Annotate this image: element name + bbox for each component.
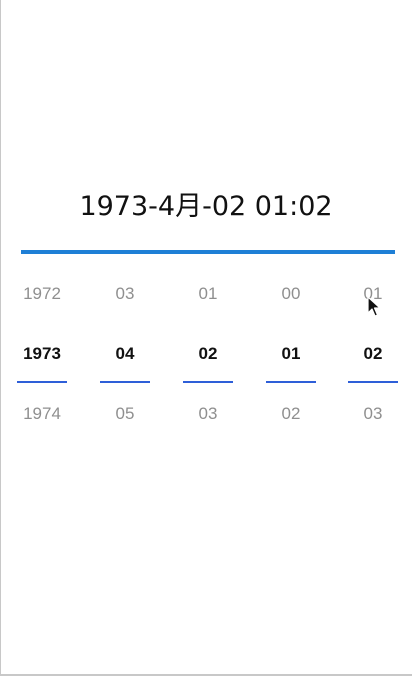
minute-option-selected[interactable]: 02 <box>348 336 398 372</box>
datetime-picker[interactable]: 1972 1973 1974 03 04 05 01 02 03 00 01 0… <box>0 276 412 436</box>
hour-option-selected[interactable]: 01 <box>266 336 316 372</box>
day-option-selected[interactable]: 02 <box>183 336 233 372</box>
mouse-pointer-icon <box>367 296 381 317</box>
month-selection-underline <box>100 381 150 383</box>
month-option-prev[interactable]: 03 <box>100 276 150 312</box>
month-wheel[interactable]: 03 04 05 <box>100 276 150 436</box>
hour-selection-underline <box>266 381 316 383</box>
hour-wheel[interactable]: 00 01 02 <box>266 276 316 436</box>
hour-option-prev[interactable]: 00 <box>266 276 316 312</box>
year-option-selected[interactable]: 1973 <box>17 336 67 372</box>
year-selection-underline <box>17 381 67 383</box>
month-option-next[interactable]: 05 <box>100 396 150 432</box>
hour-option-next[interactable]: 02 <box>266 396 316 432</box>
day-wheel[interactable]: 01 02 03 <box>183 276 233 436</box>
day-option-prev[interactable]: 01 <box>183 276 233 312</box>
year-option-prev[interactable]: 1972 <box>17 276 67 312</box>
year-wheel[interactable]: 1972 1973 1974 <box>17 276 67 436</box>
month-option-selected[interactable]: 04 <box>100 336 150 372</box>
day-option-next[interactable]: 03 <box>183 396 233 432</box>
selected-datetime-title: 1973-4月-02 01:02 <box>79 191 333 222</box>
title-accent-bar <box>21 250 395 254</box>
year-option-next[interactable]: 1974 <box>17 396 67 432</box>
minute-selection-underline <box>348 381 398 383</box>
minute-option-next[interactable]: 03 <box>348 396 398 432</box>
day-selection-underline <box>183 381 233 383</box>
